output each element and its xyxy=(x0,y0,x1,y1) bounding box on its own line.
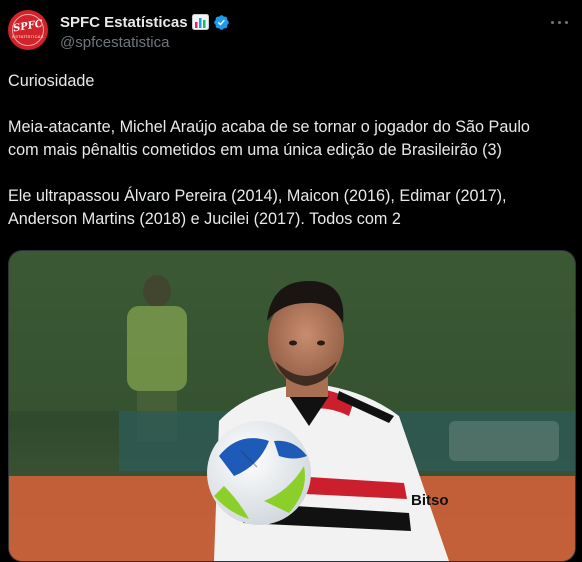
player-photo: Bitso xyxy=(9,251,575,561)
tweet-line: Anderson Martins (2018) e Jucilei (2017)… xyxy=(8,210,401,228)
tweet-paragraph: Meia-atacante, Michel Araújo acaba de se… xyxy=(8,116,572,162)
sponsor-logo-text: Bitso xyxy=(411,492,449,509)
avatar-subtext: ESTATÍSTICAS xyxy=(12,34,44,39)
tweet-header: SPFC ESTATÍSTICAS SPFC Estatísticas @spf xyxy=(8,10,574,56)
tweet-line: Meia-atacante, Michel Araújo acaba de se… xyxy=(8,118,530,136)
tweet-text: Curiosidade Meia-atacante, Michel Araújo… xyxy=(8,70,572,231)
display-name-row: SPFC Estatísticas xyxy=(60,12,230,32)
tweet-media-photo[interactable]: Bitso xyxy=(8,250,576,562)
more-options-button[interactable] xyxy=(548,12,572,32)
verified-icon xyxy=(213,14,230,31)
more-dot-icon xyxy=(551,21,554,24)
display-name[interactable]: SPFC Estatísticas xyxy=(60,14,188,31)
tweet-paragraph: Curiosidade xyxy=(8,72,95,90)
author-block: SPFC Estatísticas @spfcestatistica xyxy=(60,12,230,51)
more-dot-icon xyxy=(565,21,568,24)
tweet-line: Ele ultrapassou Álvaro Pereira (2014), M… xyxy=(8,187,507,205)
avatar[interactable]: SPFC ESTATÍSTICAS xyxy=(8,10,48,50)
tweet-line: com mais pênaltis cometidos em uma única… xyxy=(8,141,502,159)
more-dot-icon xyxy=(558,21,561,24)
handle[interactable]: @spfcestatistica xyxy=(60,34,230,51)
tweet-paragraph: Ele ultrapassou Álvaro Pereira (2014), M… xyxy=(8,185,572,231)
bar-chart-emoji-icon xyxy=(191,14,209,30)
